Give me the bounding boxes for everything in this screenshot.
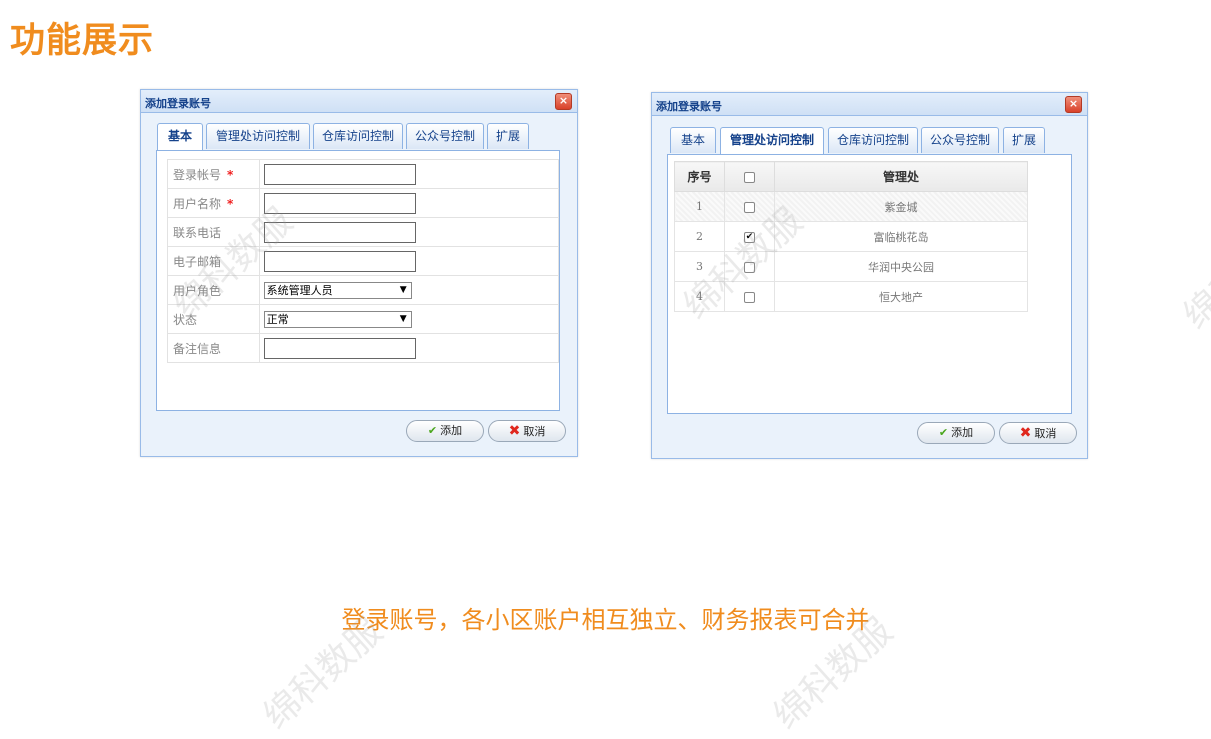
office-table: 序号 管理处 1 紫金城 2 ✔ 富临桃花岛 3 华润中央公园 4 恒大地产 — [674, 161, 1028, 312]
account-form: 登录帐号 * 用户名称 * 联系电话 电子邮箱 用户角色 系统管理人员 ▼ 状态… — [167, 159, 560, 363]
table-header-row: 序号 管理处 — [674, 161, 1028, 192]
row-checkbox[interactable] — [744, 201, 755, 213]
select-all-checkbox-cell — [724, 161, 775, 192]
dialog-title: 添加登录账号 — [145, 97, 211, 110]
remark-input[interactable] — [263, 337, 416, 359]
tab-warehouse-access[interactable]: 仓库访问控制 — [828, 127, 918, 153]
tab-warehouse-access[interactable]: 仓库访问控制 — [313, 123, 403, 149]
status-select[interactable]: 正常 ▼ — [263, 310, 412, 328]
tab-basic[interactable]: 基本 — [157, 123, 203, 150]
cancel-button[interactable]: ✖ 取消 — [999, 422, 1077, 444]
phone-input[interactable] — [263, 221, 416, 243]
tab-basic[interactable]: 基本 — [670, 127, 716, 153]
dialog-header: 添加登录账号 × — [652, 93, 1087, 116]
cross-icon: ✖ — [508, 423, 521, 439]
tab-panel-office-access: 序号 管理处 1 紫金城 2 ✔ 富临桃花岛 3 华润中央公园 4 恒大地产 — [667, 154, 1072, 414]
table-row[interactable]: 2 ✔ 富临桃花岛 — [674, 221, 1028, 252]
office-name: 华润中央公园 — [774, 251, 1028, 282]
dialog-title: 添加登录账号 — [656, 100, 722, 113]
triangle-down-icon: ▼ — [399, 284, 407, 295]
check-icon: ✔ — [938, 426, 949, 439]
row-index: 4 — [674, 281, 725, 312]
add-button[interactable]: ✔ 添加 — [406, 420, 484, 442]
form-row: 联系电话 — [167, 217, 560, 247]
office-name: 恒大地产 — [774, 281, 1028, 312]
watermark: 绵科数服 — [1176, 210, 1211, 338]
table-row[interactable]: 1 紫金城 — [674, 191, 1028, 222]
close-icon[interactable]: × — [555, 93, 572, 110]
tab-panel-basic: 登录帐号 * 用户名称 * 联系电话 电子邮箱 用户角色 系统管理人员 ▼ 状态… — [156, 150, 560, 411]
add-account-dialog-basic: 添加登录账号 × 基本 管理处访问控制 仓库访问控制 公众号控制 扩展 登录帐号… — [140, 89, 578, 457]
cross-icon: ✖ — [1019, 425, 1032, 441]
check-icon: ✔ — [427, 424, 438, 437]
form-row: 登录帐号 * — [167, 159, 560, 189]
tab-wechat-control[interactable]: 公众号控制 — [921, 127, 999, 153]
form-row: 状态 正常 ▼ — [167, 304, 560, 334]
add-account-dialog-office: 添加登录账号 × 基本 管理处访问控制 仓库访问控制 公众号控制 扩展 序号 管… — [651, 92, 1088, 459]
tab-office-access[interactable]: 管理处访问控制 — [720, 127, 824, 154]
column-header-name: 管理处 — [774, 161, 1028, 192]
field-label: 用户角色 — [167, 275, 260, 305]
user-role-select[interactable]: 系统管理人员 ▼ — [263, 281, 412, 299]
form-row: 用户角色 系统管理人员 ▼ — [167, 275, 560, 305]
table-row[interactable]: 4 恒大地产 — [674, 281, 1028, 312]
field-label: 登录帐号 * — [167, 159, 260, 189]
row-checkbox[interactable] — [744, 291, 755, 303]
row-index: 2 — [674, 221, 725, 252]
office-name: 富临桃花岛 — [774, 221, 1028, 252]
required-mark: * — [227, 167, 234, 182]
add-button[interactable]: ✔ 添加 — [917, 422, 995, 444]
cancel-button[interactable]: ✖ 取消 — [488, 420, 566, 442]
triangle-down-icon: ▼ — [399, 313, 407, 324]
field-label: 备注信息 — [167, 333, 260, 363]
field-label: 电子邮箱 — [167, 246, 260, 276]
field-label: 联系电话 — [167, 217, 260, 247]
office-name: 紫金城 — [774, 191, 1028, 222]
tab-wechat-control[interactable]: 公众号控制 — [406, 123, 484, 149]
table-row[interactable]: 3 华润中央公园 — [674, 251, 1028, 282]
tab-extension[interactable]: 扩展 — [1003, 127, 1045, 153]
form-row: 用户名称 * — [167, 188, 560, 218]
dialog-header: 添加登录账号 × — [141, 90, 577, 113]
user-name-input[interactable] — [263, 192, 416, 214]
form-row: 电子邮箱 — [167, 246, 560, 276]
field-label: 用户名称 * — [167, 188, 260, 218]
required-mark: * — [227, 196, 234, 211]
page-caption: 登录账号，各小区账户相互独立、财务报表可合并 — [341, 606, 870, 634]
email-input[interactable] — [263, 250, 416, 272]
tab-extension[interactable]: 扩展 — [487, 123, 529, 149]
page-title: 功能展示 — [10, 21, 155, 61]
row-index: 1 — [674, 191, 725, 222]
tab-office-access[interactable]: 管理处访问控制 — [206, 123, 310, 149]
row-checkbox[interactable] — [744, 261, 755, 273]
form-row: 备注信息 — [167, 333, 560, 363]
row-index: 3 — [674, 251, 725, 282]
select-all-checkbox[interactable] — [744, 171, 755, 183]
column-header-index: 序号 — [674, 161, 725, 192]
row-checkbox-checked[interactable]: ✔ — [744, 231, 755, 243]
field-label: 状态 — [167, 304, 260, 334]
login-account-input[interactable] — [263, 163, 416, 185]
close-icon[interactable]: × — [1065, 96, 1082, 113]
